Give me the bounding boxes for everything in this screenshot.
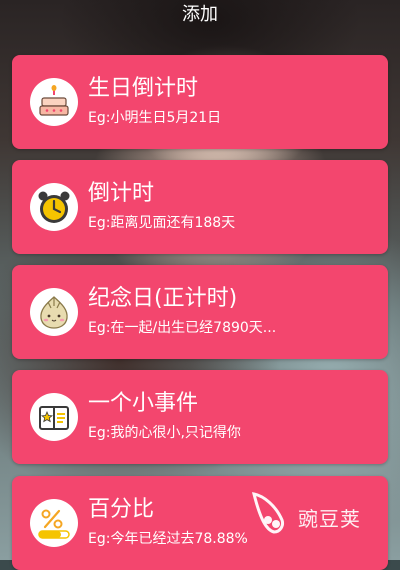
card-title: 一个小事件 — [88, 391, 199, 416]
card-small-event[interactable]: 一个小事件 Eg:我的心很小,只记得你 — [12, 370, 388, 464]
card-subtitle: Eg:今年已经过去78.88% — [88, 531, 248, 547]
card-subtitle: Eg:距离见面还有188天 — [88, 215, 236, 231]
card-birthday-countdown[interactable]: 生日倒计时 Eg:小明生日5月21日 — [12, 55, 388, 149]
note-star-icon — [30, 393, 78, 441]
card-anniversary[interactable]: 纪念日(正计时) Eg:在一起/出生已经7890天... — [12, 265, 388, 359]
card-subtitle: Eg:在一起/出生已经7890天... — [88, 320, 277, 336]
birthday-cake-icon — [30, 78, 78, 126]
percent-icon — [30, 499, 78, 547]
card-subtitle: Eg:小明生日5月21日 — [88, 110, 222, 126]
watermark-text: 豌豆荚 — [298, 507, 361, 531]
card-title: 纪念日(正计时) — [88, 286, 238, 311]
anniversary-bun-icon — [30, 288, 78, 336]
card-title: 生日倒计时 — [88, 76, 199, 101]
card-countdown[interactable]: 倒计时 Eg:距离见面还有188天 — [12, 160, 388, 254]
alarm-clock-icon — [30, 183, 78, 231]
card-title: 倒计时 — [88, 181, 155, 206]
wandoujia-watermark: 豌豆荚 — [250, 490, 380, 540]
pea-pod-logo-icon — [251, 492, 284, 534]
card-title: 百分比 — [88, 497, 155, 522]
page-title: 添加 — [182, 4, 218, 25]
card-subtitle: Eg:我的心很小,只记得你 — [88, 425, 241, 441]
